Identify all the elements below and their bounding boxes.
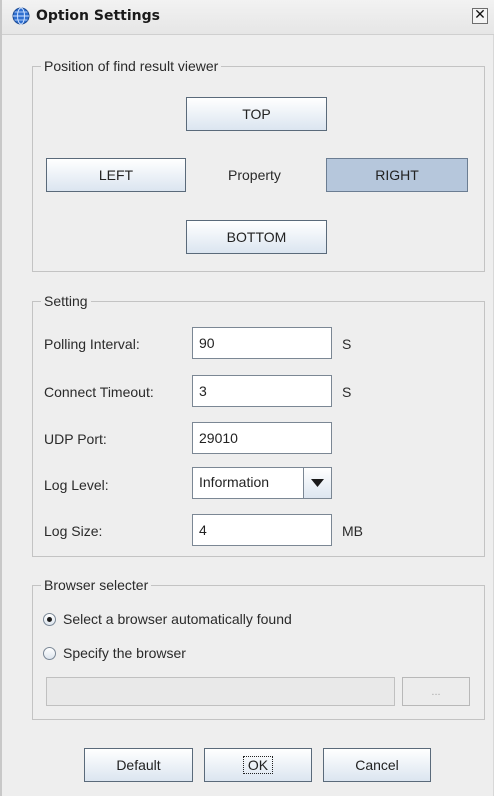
default-button[interactable]: Default (84, 748, 193, 782)
ok-label: OK (242, 756, 274, 774)
cancel-button[interactable]: Cancel (323, 748, 431, 782)
log-size-unit: MB (342, 523, 363, 539)
auto-browser-label: Select a browser automatically found (63, 611, 292, 627)
log-size-label: Log Size: (44, 523, 103, 539)
polling-interval-label: Polling Interval: (44, 336, 140, 352)
auto-browser-option[interactable]: Select a browser automatically found (43, 609, 292, 629)
globe-icon (12, 7, 30, 25)
log-level-select[interactable]: Information (192, 467, 332, 499)
position-right-button[interactable]: RIGHT (326, 158, 468, 192)
log-level-label: Log Level: (44, 477, 109, 493)
udp-port-label: UDP Port: (44, 431, 107, 447)
udp-port-input[interactable]: 29010 (192, 422, 332, 454)
connect-timeout-label: Connect Timeout: (44, 384, 154, 400)
browser-path-input[interactable] (46, 677, 395, 706)
polling-interval-input[interactable]: 90 (192, 327, 332, 359)
close-button[interactable]: ✕ (472, 8, 488, 24)
position-bottom-label: BOTTOM (226, 229, 287, 245)
title-bar[interactable]: Option Settings ✕ (2, 0, 494, 35)
chevron-down-icon[interactable] (303, 468, 331, 498)
browser-group-title: Browser selecter (41, 576, 152, 594)
polling-interval-unit: S (342, 336, 352, 352)
auto-browser-radio[interactable] (43, 612, 56, 626)
connect-timeout-input[interactable]: 3 (192, 375, 332, 407)
position-top-button[interactable]: TOP (186, 97, 327, 131)
position-group-title: Position of find result viewer (41, 57, 222, 75)
position-right-label: RIGHT (375, 167, 419, 183)
browse-label: ... (431, 685, 441, 698)
log-size-input[interactable]: 4 (192, 514, 332, 546)
default-label: Default (116, 757, 161, 773)
option-settings-dialog: Option Settings ✕ Position of find resul… (0, 0, 494, 796)
position-left-button[interactable]: LEFT (46, 158, 186, 192)
cancel-label: Cancel (355, 757, 399, 773)
close-icon: ✕ (474, 7, 486, 23)
position-bottom-button[interactable]: BOTTOM (186, 220, 327, 254)
connect-timeout-unit: S (342, 384, 352, 400)
position-center-label: Property (228, 167, 281, 183)
specify-browser-option[interactable]: Specify the browser (43, 643, 186, 663)
specify-browser-label: Specify the browser (63, 645, 186, 661)
setting-group-title: Setting (41, 292, 91, 310)
window-title: Option Settings (36, 8, 160, 24)
log-level-value: Information (199, 474, 270, 490)
position-top-label: TOP (242, 106, 271, 122)
specify-browser-radio[interactable] (43, 646, 56, 660)
browse-button[interactable]: ... (402, 677, 470, 706)
ok-button[interactable]: OK (204, 748, 312, 782)
position-left-label: LEFT (98, 167, 134, 183)
